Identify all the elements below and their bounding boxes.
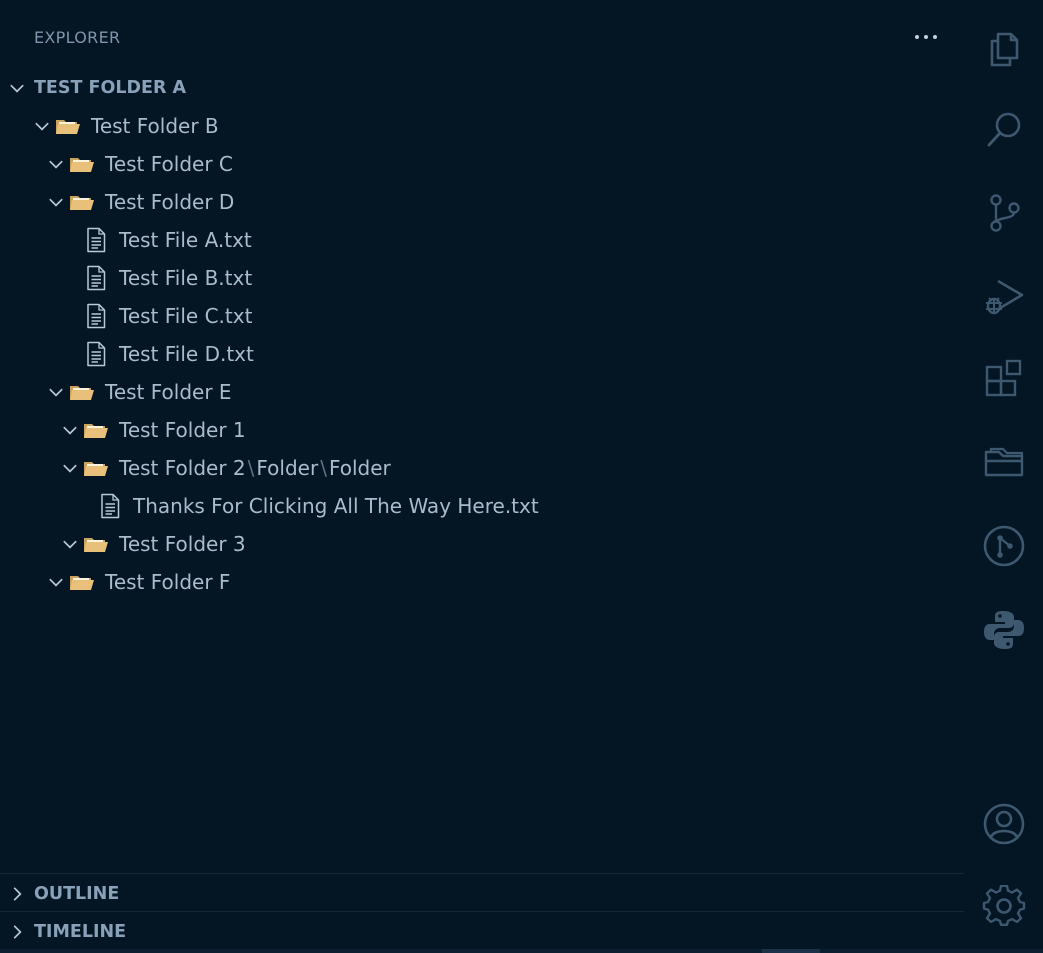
chevron-down-icon (29, 107, 55, 145)
folder-open-icon (55, 107, 81, 145)
chevron-down-icon (43, 183, 69, 221)
path-separator: \ (247, 456, 255, 480)
source-control-icon (989, 194, 1020, 232)
tree-item-label: Test File A.txt (119, 228, 252, 252)
tree-folder-row[interactable]: Test Folder B (0, 107, 964, 145)
bottom-strip (0, 949, 1043, 953)
activity-remote-explorer[interactable] (964, 422, 1043, 502)
outline-section-header[interactable]: OUTLINE (0, 875, 964, 913)
tree-file-row[interactable]: Test File B.txt (0, 259, 964, 297)
run-debug-icon (985, 279, 1023, 315)
tree-item-label: Thanks For Clicking All The Way Here.txt (133, 494, 539, 518)
compact-folder-segment[interactable]: Folder (256, 456, 318, 480)
activity-search[interactable] (964, 90, 1043, 170)
tree-folder-row[interactable]: Test Folder 1 (0, 411, 964, 449)
more-actions-button[interactable] (906, 22, 946, 52)
chevron-down-icon (57, 411, 83, 449)
root-folder-header[interactable]: TEST FOLDER A (0, 69, 964, 107)
activity-explorer[interactable] (964, 8, 1043, 88)
chevron-down-icon (57, 525, 83, 563)
activity-python[interactable] (964, 590, 1043, 670)
chevron-right-icon (0, 875, 34, 913)
folder-open-icon (69, 563, 95, 601)
text-file-icon (97, 487, 123, 525)
activity-run-debug[interactable] (964, 256, 1043, 336)
text-file-icon (83, 335, 109, 373)
tree-item-label: Test Folder F (105, 570, 231, 594)
chevron-down-icon (57, 449, 83, 487)
text-file-icon (83, 259, 109, 297)
folder-open-icon (69, 373, 95, 411)
tree-item-label: Test Folder E (105, 380, 232, 404)
settings-gear-icon (982, 885, 1025, 926)
folder-open-icon (83, 411, 109, 449)
text-file-icon (83, 221, 109, 259)
tree-folder-row[interactable]: Test Folder F (0, 563, 964, 601)
tree-item-label: Test File B.txt (119, 266, 253, 290)
chevron-down-icon (43, 145, 69, 183)
outline-label: OUTLINE (34, 884, 120, 904)
folder-open-icon (69, 183, 95, 221)
activity-git-graph[interactable] (964, 506, 1043, 586)
tree-file-row[interactable]: Test File C.txt (0, 297, 964, 335)
tree-item-label: Test Folder 1 (119, 418, 246, 442)
root-folder-label: TEST FOLDER A (34, 78, 187, 98)
remote-explorer-icon (984, 447, 1023, 477)
chevron-right-icon (0, 913, 34, 951)
tree-item-label: Test Folder D (105, 190, 235, 214)
chevron-down-icon (43, 373, 69, 411)
activity-bar (964, 0, 1043, 953)
compact-folder-segment[interactable]: Folder (329, 456, 391, 480)
chevron-down-icon (43, 563, 69, 601)
tree-item-label: Test Folder C (105, 152, 233, 176)
folder-open-icon (69, 145, 95, 183)
activity-source-control[interactable] (964, 173, 1043, 253)
folder-open-icon (83, 525, 109, 563)
timeline-section-header[interactable]: TIMELINE (0, 913, 964, 951)
tree-file-row[interactable]: Thanks For Clicking All The Way Here.txt (0, 487, 964, 525)
explorer-sidebar: EXPLORER TEST FOLDER A Test Folder B Test… (0, 0, 964, 953)
tree-item-label: Test File D.txt (119, 342, 254, 366)
activity-accounts[interactable] (964, 784, 1043, 864)
ellipsis-icon (915, 35, 919, 39)
tree-folder-row[interactable]: Test Folder E (0, 373, 964, 411)
tree-item-label: Test Folder B (91, 114, 219, 138)
activity-manage[interactable] (964, 867, 1043, 947)
tree-folder-row[interactable]: Test Folder 3 (0, 525, 964, 563)
tree-file-row[interactable]: Test File A.txt (0, 221, 964, 259)
text-file-icon (83, 297, 109, 335)
tree-item-label: Test Folder 2 (119, 456, 246, 480)
activity-extensions[interactable] (964, 340, 1043, 420)
section-divider (0, 873, 964, 874)
vscode-window: EXPLORER TEST FOLDER A Test Folder B Test… (0, 0, 1043, 953)
section-divider (0, 911, 964, 912)
explorer-title: EXPLORER (34, 28, 121, 47)
timeline-label: TIMELINE (34, 922, 127, 942)
path-separator: \ (320, 456, 327, 480)
search-icon (987, 112, 1020, 147)
tree-item-label: Test Folder 3 (119, 532, 246, 556)
account-icon (983, 803, 1024, 845)
files-icon (990, 32, 1018, 67)
tree-folder-row[interactable]: Test Folder 2 \ Folder \ Folder (0, 449, 964, 487)
tree-file-row[interactable]: Test File D.txt (0, 335, 964, 373)
git-graph-icon (983, 525, 1024, 567)
chevron-down-icon (0, 69, 34, 107)
tree-folder-row[interactable]: Test Folder C (0, 145, 964, 183)
python-icon (983, 611, 1024, 649)
file-tree: Test Folder B Test Folder C Test Folder D T… (0, 107, 964, 601)
tree-folder-row[interactable]: Test Folder D (0, 183, 964, 221)
folder-open-icon (83, 449, 109, 487)
tree-item-label: Test File C.txt (119, 304, 253, 328)
extensions-icon (985, 359, 1021, 397)
